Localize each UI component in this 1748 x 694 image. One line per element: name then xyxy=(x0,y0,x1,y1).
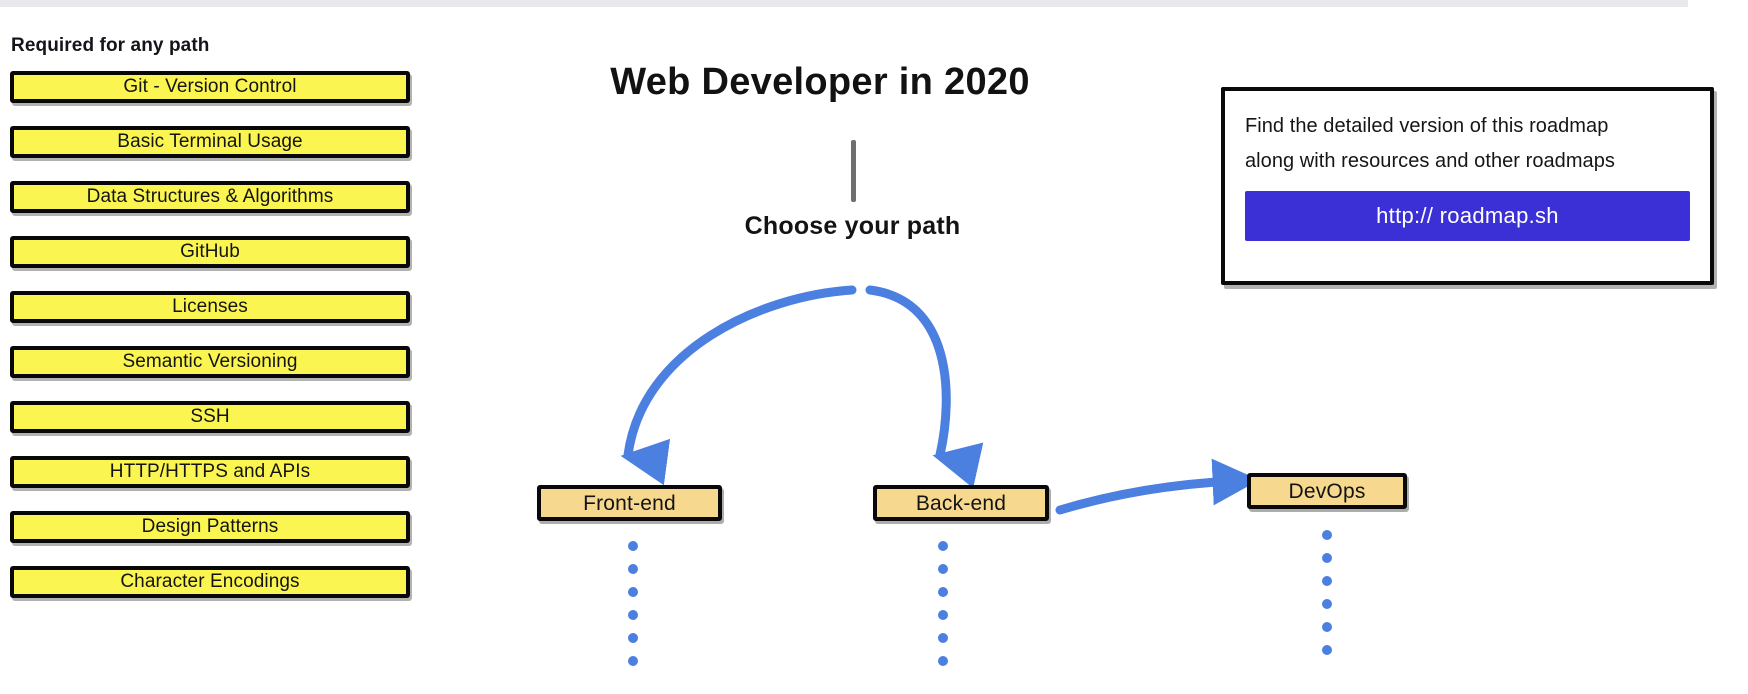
required-topic-label: SSH xyxy=(190,406,230,428)
title-stem-connector xyxy=(851,140,856,202)
required-for-any-path-section: Required for any path Git - Version Cont… xyxy=(10,35,415,621)
branch-arrows xyxy=(620,285,1260,515)
roadmap-link-button[interactable]: http:// roadmap.sh xyxy=(1245,191,1690,241)
trail-dot xyxy=(628,656,638,666)
path-box-back-end[interactable]: Back-end xyxy=(873,485,1049,521)
arrow-back-end-to-devops xyxy=(1055,458,1260,515)
trail-dot xyxy=(938,656,948,666)
roadmap-canvas: Required for any path Git - Version Cont… xyxy=(0,0,1748,694)
trail-dot xyxy=(1322,599,1332,609)
page-title: Web Developer in 2020 xyxy=(610,61,1030,103)
required-topic-label: Data Structures & Algorithms xyxy=(86,186,334,208)
required-topic-label: Basic Terminal Usage xyxy=(117,131,303,153)
arrow-to-back-end xyxy=(865,285,984,489)
required-topic-box[interactable]: Design Patterns xyxy=(10,510,410,543)
trail-dot xyxy=(628,633,638,643)
trail-dot xyxy=(1322,645,1332,655)
trail-dot xyxy=(628,610,638,620)
trail-dot xyxy=(938,541,948,551)
trail-dot xyxy=(938,633,948,643)
trail-dot xyxy=(1322,576,1332,586)
required-topic-label: Character Encodings xyxy=(120,571,300,593)
required-topic-box[interactable]: SSH xyxy=(10,400,410,433)
info-card-description: Find the detailed version of this roadma… xyxy=(1245,109,1690,179)
trail-dot xyxy=(938,564,948,574)
trail-dot xyxy=(1322,553,1332,563)
trail-dot xyxy=(1322,530,1332,540)
path-box-label: Front-end xyxy=(583,491,676,515)
required-topic-box[interactable]: GitHub xyxy=(10,235,410,268)
required-topic-box[interactable]: Character Encodings xyxy=(10,565,410,598)
path-box-label: DevOps xyxy=(1288,479,1366,503)
dot-trail-front-end xyxy=(628,541,638,666)
required-topic-box[interactable]: Git - Version Control xyxy=(10,70,410,103)
required-topic-box[interactable]: HTTP/HTTPS and APIs xyxy=(10,455,410,488)
trail-dot xyxy=(628,541,638,551)
roadmap-link-label: http:// roadmap.sh xyxy=(1376,203,1559,228)
dot-trail-back-end xyxy=(938,541,948,666)
roadmap-info-card: Find the detailed version of this roadma… xyxy=(1221,87,1714,285)
required-topic-label: Design Patterns xyxy=(141,516,279,538)
trail-dot xyxy=(628,564,638,574)
info-card-line-2: along with resources and other roadmaps xyxy=(1245,150,1615,172)
dot-trail-devops xyxy=(1322,530,1332,655)
required-topic-box[interactable]: Basic Terminal Usage xyxy=(10,125,410,158)
trail-dot xyxy=(938,587,948,597)
required-topic-label: Semantic Versioning xyxy=(122,351,298,373)
required-topic-label: GitHub xyxy=(180,241,240,263)
path-box-front-end[interactable]: Front-end xyxy=(537,485,722,521)
required-topic-list: Git - Version Control Basic Terminal Usag… xyxy=(10,70,415,598)
trail-dot xyxy=(1322,622,1332,632)
trail-dot xyxy=(628,587,638,597)
arrow-to-front-end xyxy=(620,285,857,486)
required-topic-box[interactable]: Licenses xyxy=(10,290,410,323)
required-topic-box[interactable]: Semantic Versioning xyxy=(10,345,410,378)
trail-dot xyxy=(938,610,948,620)
info-card-line-1: Find the detailed version of this roadma… xyxy=(1245,115,1609,137)
required-topic-label: Git - Version Control xyxy=(123,76,297,98)
required-topic-label: Licenses xyxy=(172,296,248,318)
required-section-heading: Required for any path xyxy=(11,35,210,56)
choose-your-path-label: Choose your path xyxy=(744,212,961,240)
center-stage: Web Developer in 2020 Choose your path xyxy=(430,0,1260,694)
required-topic-label: HTTP/HTTPS and APIs xyxy=(109,461,311,483)
path-box-devops[interactable]: DevOps xyxy=(1247,473,1407,509)
path-box-label: Back-end xyxy=(915,491,1007,515)
required-topic-box[interactable]: Data Structures & Algorithms xyxy=(10,180,410,213)
